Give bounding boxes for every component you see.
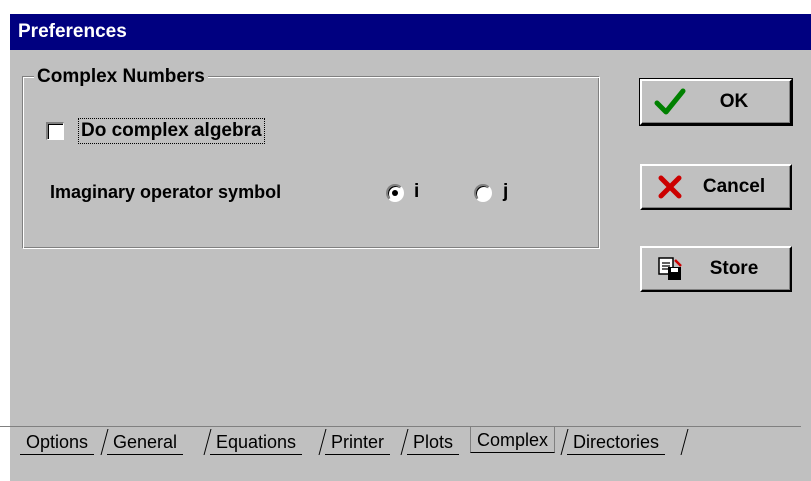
cancel-label: Cancel — [702, 176, 766, 197]
tab-general[interactable]: General — [107, 429, 184, 455]
tab-plots[interactable]: Plots — [407, 429, 460, 455]
store-button[interactable]: Store — [640, 246, 792, 292]
ok-label: OK — [719, 91, 749, 112]
checkmark-icon — [650, 88, 690, 116]
imaginary-symbol-label: Imaginary operator symbol — [50, 182, 282, 202]
tab-printer[interactable]: Printer — [325, 429, 391, 455]
complex-algebra-checkbox[interactable] — [46, 122, 64, 140]
radio-i[interactable] — [386, 184, 404, 202]
store-icon — [650, 256, 690, 282]
group-label: Complex Numbers — [34, 65, 208, 89]
complex-numbers-group — [22, 76, 600, 249]
radio-j[interactable] — [474, 184, 492, 202]
store-label: Store — [709, 258, 759, 279]
tab-equations[interactable]: Equations — [210, 429, 303, 455]
tab-strip-line — [0, 426, 801, 427]
tab-options[interactable]: Options — [20, 429, 95, 455]
tab-complex[interactable]: Complex — [470, 427, 556, 453]
radio-j-label[interactable]: j — [503, 180, 508, 204]
x-icon — [650, 175, 690, 199]
complex-algebra-label[interactable]: Do complex algebra — [78, 118, 265, 144]
complex-algebra-row[interactable]: Do complex algebra — [46, 116, 265, 146]
radio-selected-dot — [392, 190, 398, 196]
cancel-button[interactable]: Cancel — [640, 164, 792, 210]
tab-directories[interactable]: Directories — [567, 429, 666, 455]
ok-button[interactable]: OK — [639, 78, 793, 126]
window-title: Preferences — [10, 14, 811, 50]
radio-i-label[interactable]: i — [414, 180, 419, 204]
